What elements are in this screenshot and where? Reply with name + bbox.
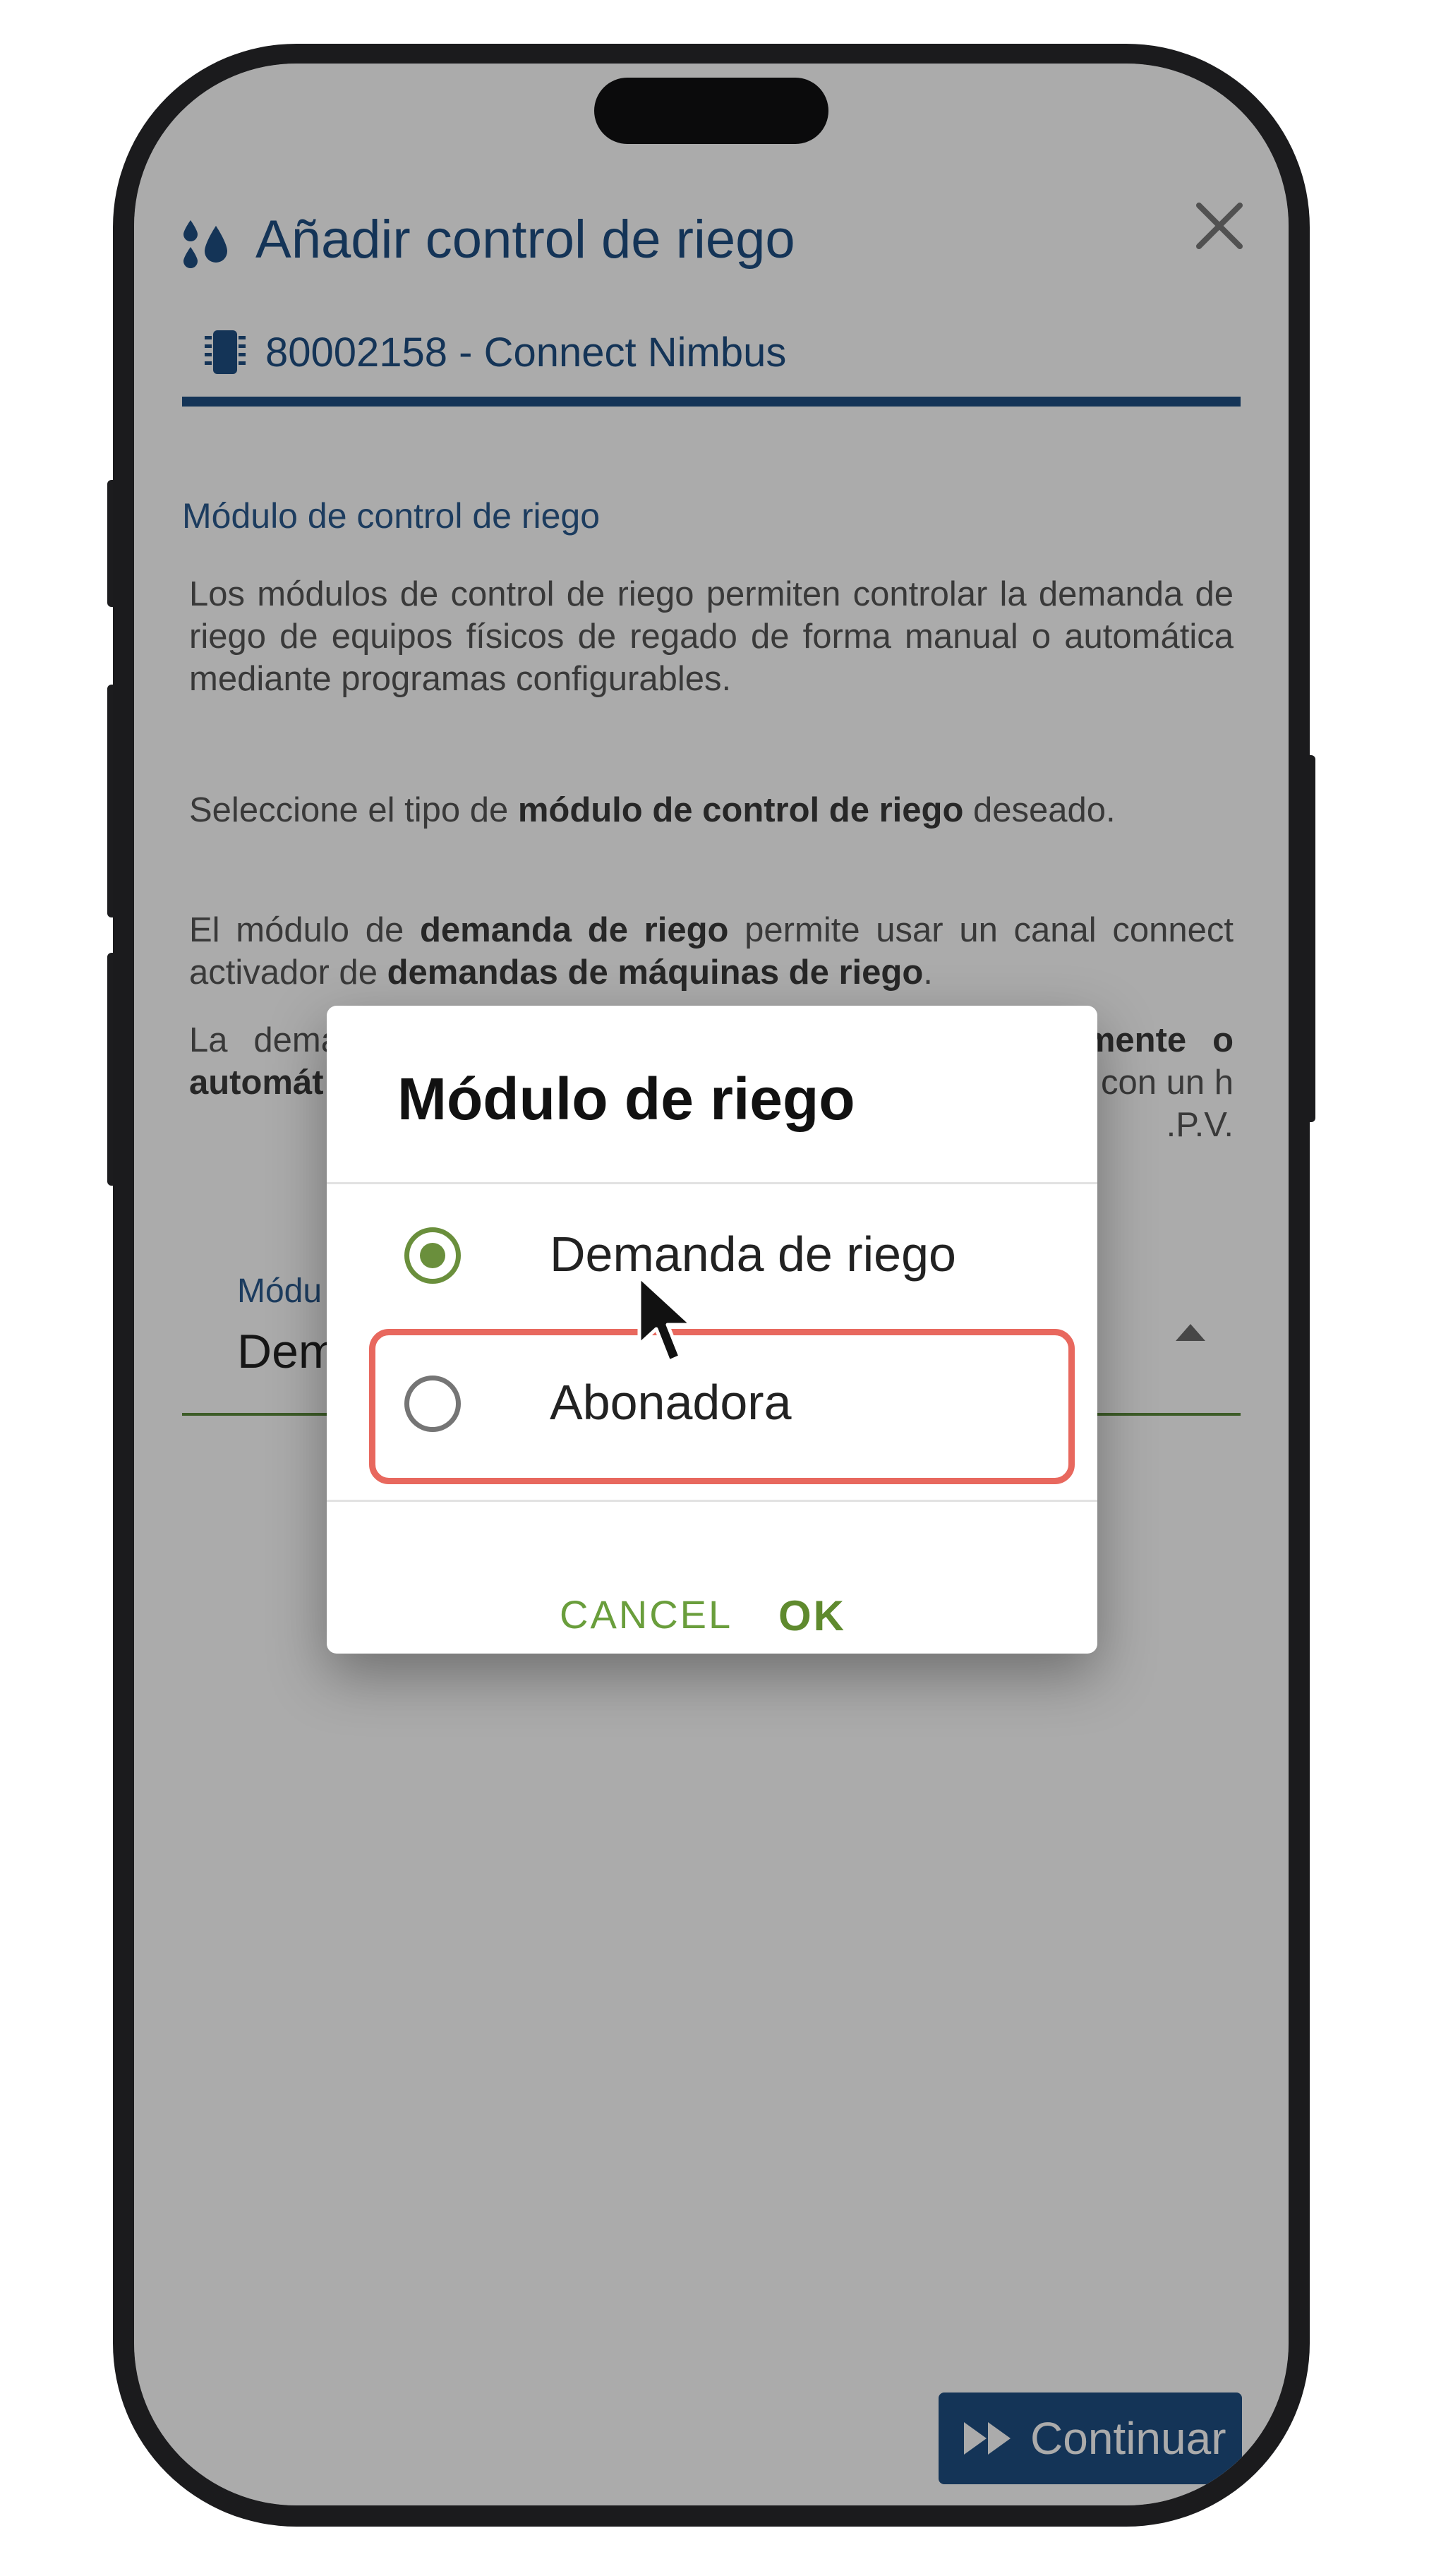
dialog-divider: [327, 1500, 1097, 1502]
dialog-divider: [327, 1182, 1097, 1184]
option-demanda-de-riego[interactable]: Demanda de riego: [327, 1189, 1097, 1330]
cancel-button[interactable]: CANCEL: [560, 1591, 732, 1637]
radio-checked[interactable]: [404, 1227, 461, 1284]
module-type-dialog: Módulo de riego Demanda de riego Abonado…: [327, 1006, 1097, 1654]
phone-screen: Añadir control de riego 80002158 - Conne…: [134, 64, 1289, 2505]
radio-dot: [420, 1243, 445, 1268]
dialog-title: Módulo de riego: [397, 1066, 855, 1132]
mouse-cursor-icon: [637, 1275, 694, 1364]
dynamic-island: [594, 78, 828, 144]
highlight-box: [369, 1329, 1075, 1484]
ok-button[interactable]: OK: [778, 1591, 846, 1640]
option-label: Demanda de riego: [550, 1227, 956, 1282]
